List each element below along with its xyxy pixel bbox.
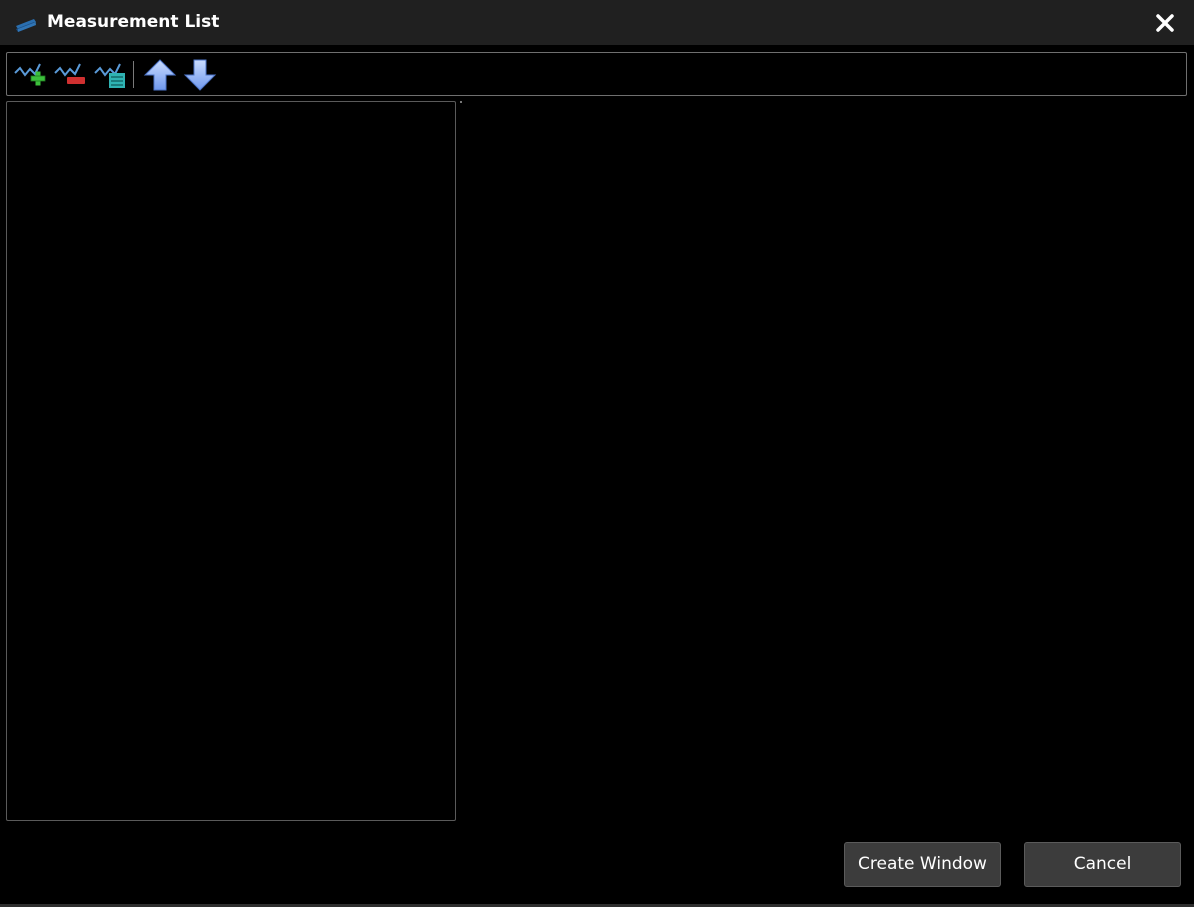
remove-measurement-icon[interactable]: [53, 59, 89, 91]
layers-app-icon: [16, 19, 36, 32]
cancel-button[interactable]: Cancel: [1024, 842, 1181, 887]
measurement-list[interactable]: [6, 101, 456, 821]
create-window-button[interactable]: Create Window: [844, 842, 1001, 887]
toolbar: [6, 52, 1187, 96]
close-icon[interactable]: [1150, 8, 1180, 38]
window-title: Measurement List: [47, 12, 220, 32]
move-up-icon[interactable]: [142, 59, 178, 91]
toolbar-separator: [133, 61, 134, 88]
edit-measurement-icon[interactable]: [93, 59, 129, 91]
measurement-list-dialog: Measurement List Create Window Cancel: [0, 0, 1194, 907]
title-bar[interactable]: Measurement List: [0, 0, 1194, 45]
splitter-handle[interactable]: [460, 101, 462, 103]
move-down-icon[interactable]: [182, 59, 218, 91]
add-measurement-icon[interactable]: [13, 59, 49, 91]
